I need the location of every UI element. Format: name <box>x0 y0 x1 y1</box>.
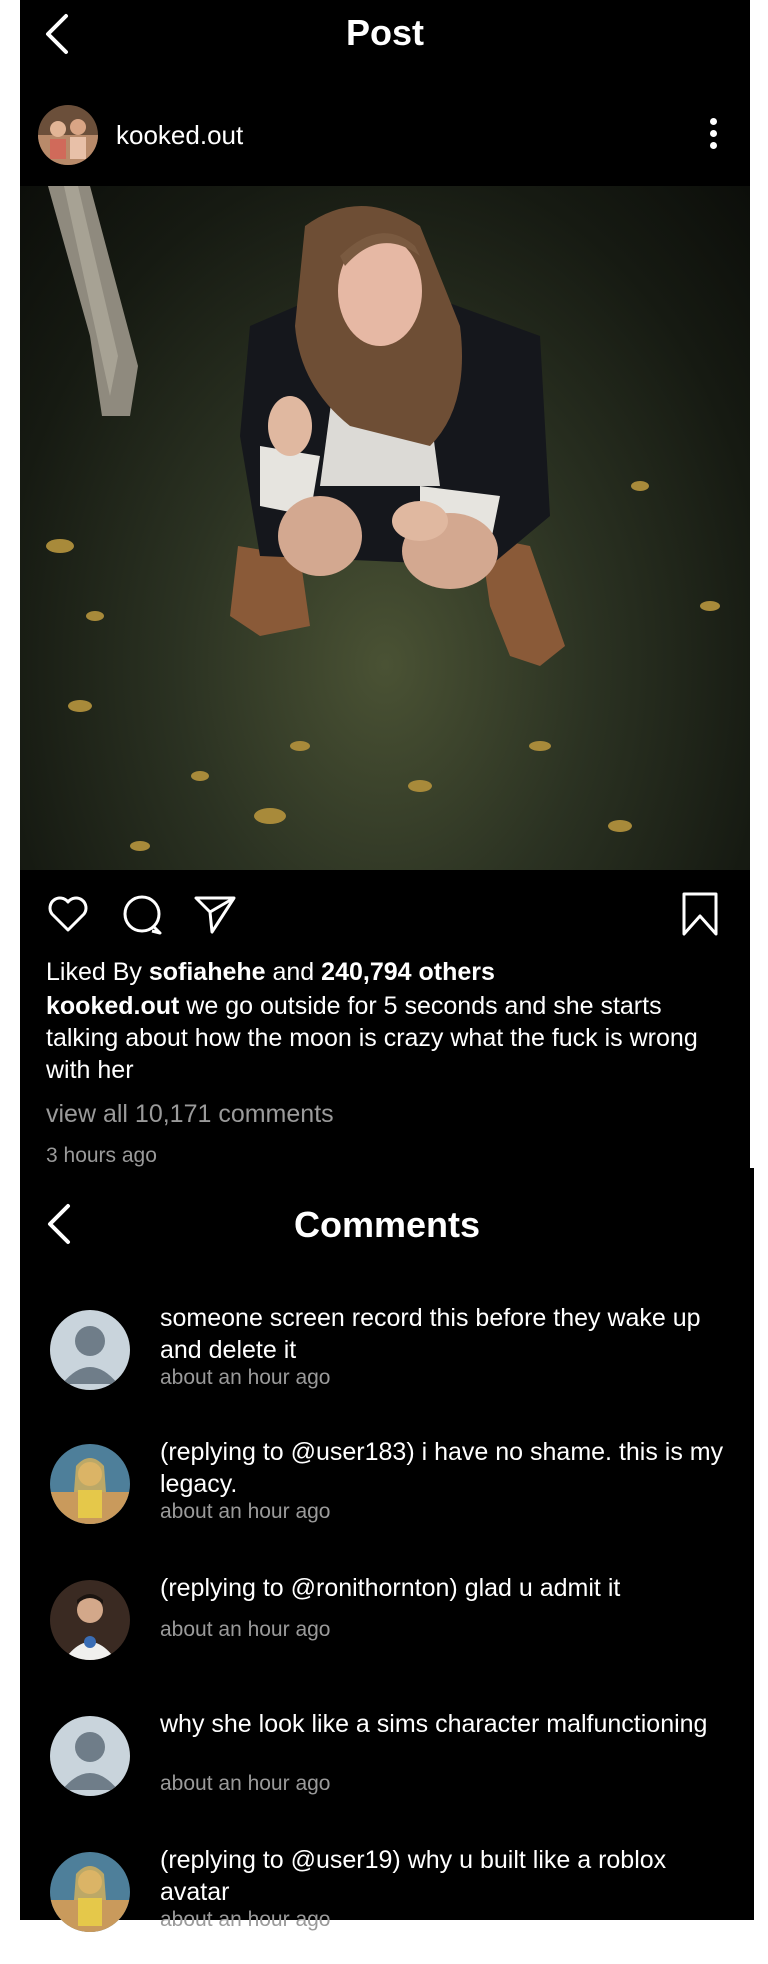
default-avatar[interactable] <box>50 1716 130 1796</box>
comment-time: about an hour ago <box>160 1500 331 1523</box>
comments-panel: Comments someone screen record this befo… <box>20 1168 754 1932</box>
comment-time: about an hour ago <box>160 1908 331 1931</box>
liked-by-user[interactable]: sofiahehe <box>149 958 266 986</box>
page-title: Post <box>345 12 424 53</box>
heart-icon[interactable] <box>44 890 92 938</box>
author-username[interactable]: kooked.out <box>116 120 243 151</box>
comment-item: (replying to @user19) why u built like a… <box>20 1844 754 1964</box>
caption: kooked.out we go outside for 5 seconds a… <box>46 990 710 1086</box>
share-icon[interactable] <box>190 890 238 938</box>
comment-text: why she look like a sims character malfu… <box>160 1710 708 1738</box>
post-actions <box>20 884 750 944</box>
comment-time: about an hour ago <box>160 1366 331 1389</box>
liked-by-and: and <box>272 958 315 986</box>
comment-time: about an hour ago <box>160 1618 331 1641</box>
comment-item: why she look like a sims character malfu… <box>20 1708 754 1828</box>
post-header: Post <box>20 0 750 70</box>
more-options-icon[interactable] <box>710 118 718 152</box>
comment-text: someone screen record this before they w… <box>160 1304 701 1364</box>
user-photo-avatar[interactable] <box>50 1852 130 1932</box>
comment-time: about an hour ago <box>160 1772 331 1795</box>
view-all-comments-link[interactable]: view all 10,171 comments <box>46 1098 710 1130</box>
comment-text: (replying to @ronithornton) glad u admit… <box>160 1574 621 1602</box>
author-avatar[interactable] <box>38 105 98 165</box>
user-photo-avatar[interactable] <box>50 1444 130 1524</box>
comments-title: Comments <box>293 1204 481 1245</box>
caption-author[interactable]: kooked.out <box>46 992 179 1020</box>
likes-count[interactable]: 240,794 others <box>321 958 495 986</box>
comment-icon[interactable] <box>118 890 166 938</box>
post-photo[interactable] <box>20 186 750 870</box>
post-panel: Post kooked.out Liked By sofiahehe and 2… <box>20 0 750 1202</box>
comment-text: (replying to @user19) why u built like a… <box>160 1846 667 1906</box>
likes-line: Liked By sofiahehe and 240,794 others <box>46 956 710 988</box>
comment-item: (replying to @ronithornton) glad u admit… <box>20 1572 754 1692</box>
bookmark-icon[interactable] <box>676 890 724 938</box>
liked-by-prefix: Liked By <box>46 958 142 986</box>
default-avatar[interactable] <box>50 1310 130 1390</box>
comment-item: someone screen record this before they w… <box>20 1302 754 1422</box>
post-author-row: kooked.out <box>20 100 750 170</box>
user-photo-avatar[interactable] <box>50 1580 130 1660</box>
comments-header: Comments <box>20 1190 754 1260</box>
comment-text: (replying to @user183) i have no shame. … <box>160 1438 724 1498</box>
comment-item: (replying to @user183) i have no shame. … <box>20 1436 754 1556</box>
